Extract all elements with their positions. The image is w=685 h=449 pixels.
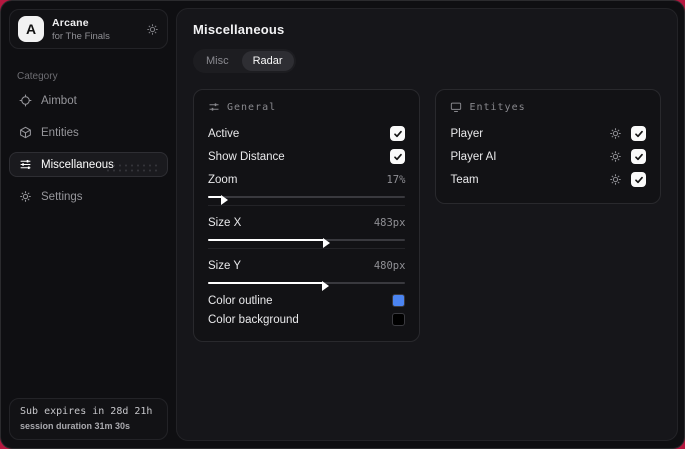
active-checkbox[interactable] <box>390 126 406 141</box>
toggle-label: Active <box>208 127 240 140</box>
panel-title: General <box>227 101 277 113</box>
size-x-slider[interactable] <box>208 236 406 248</box>
slider-fill <box>208 195 228 205</box>
slider-value: 483px <box>373 216 406 229</box>
team-checkbox[interactable] <box>631 172 646 187</box>
slider-value: 480px <box>373 259 406 272</box>
color-label: Color outline <box>208 294 273 307</box>
entities-icon <box>19 126 32 139</box>
sidebar-item-aimbot[interactable]: Aimbot <box>9 88 168 113</box>
app-header-card: A Arcane for The Finals <box>9 9 168 49</box>
general-panel: General Active Show Distance Zoom 17% Si… <box>193 89 421 342</box>
main-panel: Miscellaneous Misc Radar General Active … <box>176 8 678 441</box>
color-row-background: Color background <box>208 310 406 329</box>
session-duration-text: session duration 31m 30s <box>20 421 131 431</box>
sidebar-item-label: Settings <box>41 190 83 203</box>
toggle-row-active: Active <box>208 122 406 145</box>
entities-panel: Entityes Player Player AI Team <box>435 89 661 204</box>
app-name: Arcane <box>52 16 89 29</box>
slider-row-size-x: Size X 483px <box>208 211 405 234</box>
entity-row-player: Player <box>450 122 646 145</box>
tab-bar: Misc Radar <box>193 49 296 73</box>
toggle-label: Show Distance <box>208 150 285 163</box>
color-label: Color background <box>208 313 299 326</box>
sliders-icon <box>19 158 32 171</box>
slider-label: Size X <box>208 216 242 229</box>
divider <box>208 205 406 206</box>
tab-radar[interactable]: Radar <box>241 51 294 71</box>
entity-label: Team <box>450 173 479 186</box>
entity-row-player-ai: Player AI <box>450 145 646 168</box>
slider-fill <box>208 281 329 291</box>
slider-row-size-y: Size Y 480px <box>208 254 405 277</box>
subscription-card: Sub expires in 28d 21h session duration … <box>9 398 168 440</box>
gear-icon[interactable] <box>146 23 159 36</box>
slider-label: Zoom <box>208 173 238 186</box>
color-row-outline: Color outline <box>208 291 406 310</box>
check-icon <box>634 130 643 137</box>
sliders-icon <box>208 101 220 113</box>
show-distance-checkbox[interactable] <box>390 149 406 164</box>
color-outline-swatch[interactable] <box>392 294 406 307</box>
sidebar-item-label: Miscellaneous <box>41 158 114 171</box>
app-logo: A <box>18 16 44 42</box>
panel-title: Entityes <box>469 101 526 113</box>
slider-thumb[interactable] <box>220 195 228 205</box>
gear-icon[interactable] <box>609 173 622 186</box>
tab-misc[interactable]: Misc <box>195 51 240 71</box>
app-subtitle: for The Finals <box>52 30 110 42</box>
slider-thumb[interactable] <box>321 281 329 291</box>
app-window: A Arcane for The Finals Category Aimbot … <box>0 0 685 449</box>
slider-track <box>208 196 406 198</box>
zoom-slider[interactable] <box>208 193 406 205</box>
page-title: Miscellaneous <box>193 22 285 37</box>
check-icon <box>634 176 643 183</box>
crosshair-icon <box>19 94 32 107</box>
gear-icon[interactable] <box>609 150 622 163</box>
slider-row-zoom: Zoom 17% <box>208 168 405 191</box>
sidebar-item-settings[interactable]: Settings <box>9 184 168 209</box>
slider-value: 17% <box>386 173 406 186</box>
slider-fill <box>208 238 331 248</box>
player-ai-checkbox[interactable] <box>631 149 646 164</box>
toggle-row-show-distance: Show Distance <box>208 145 406 168</box>
check-icon <box>634 153 643 160</box>
sidebar-nav: Aimbot Entities Miscellaneous Settings <box>1 88 176 209</box>
sub-expires-text: Sub expires in 28d 21h <box>20 406 153 417</box>
gear-icon[interactable] <box>609 127 622 140</box>
player-checkbox[interactable] <box>631 126 646 141</box>
entity-label: Player <box>450 127 484 140</box>
slider-thumb[interactable] <box>323 238 331 248</box>
sidebar-item-label: Aimbot <box>41 94 77 107</box>
monitor-icon <box>450 101 462 113</box>
entity-row-team: Team <box>450 168 646 191</box>
check-icon <box>394 130 402 137</box>
divider <box>208 248 406 249</box>
sidebar: A Arcane for The Finals Category Aimbot … <box>1 1 176 448</box>
slider-label: Size Y <box>208 259 242 272</box>
size-y-slider[interactable] <box>208 279 406 291</box>
sidebar-item-miscellaneous[interactable]: Miscellaneous <box>9 152 168 177</box>
check-icon <box>394 153 402 160</box>
sidebar-item-label: Entities <box>41 126 79 139</box>
gear-icon <box>19 190 32 203</box>
entity-label: Player AI <box>450 150 497 163</box>
category-label: Category <box>17 71 58 82</box>
sidebar-item-entities[interactable]: Entities <box>9 120 168 145</box>
color-background-swatch[interactable] <box>392 313 406 326</box>
